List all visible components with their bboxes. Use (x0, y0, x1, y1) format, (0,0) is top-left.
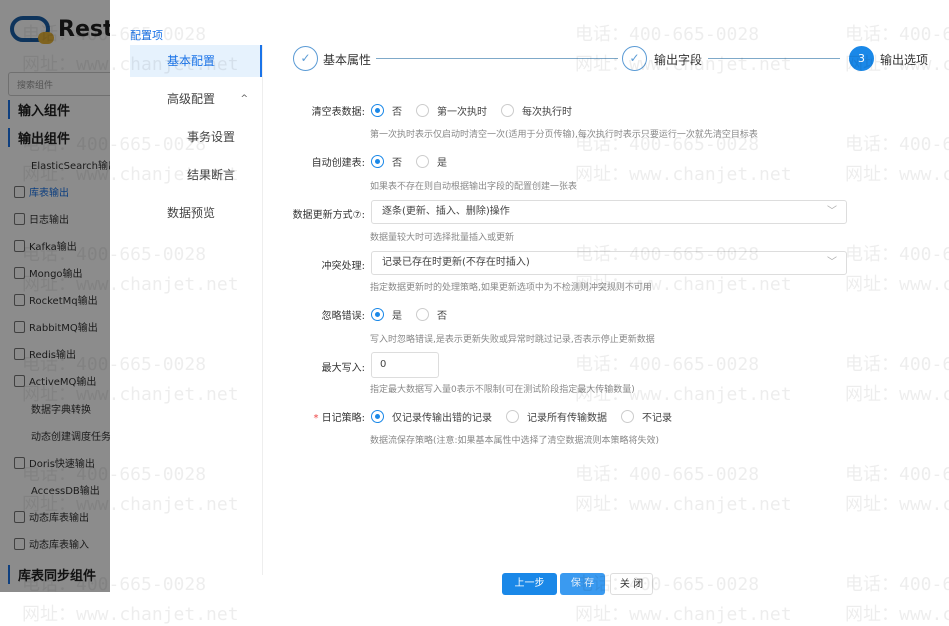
radio-icon (416, 155, 429, 168)
radio-icon (621, 410, 634, 423)
config-modal: 配置项 基本配置 高级配置 ^ 事务设置 结果断言 数据预览 ✓ 基本属性 ✓ 输… (110, 0, 949, 595)
radio-icon (501, 104, 514, 117)
option-label: 仅记录传输出错的记录 (392, 413, 492, 424)
option-label: 第一次执时 (437, 107, 487, 118)
max-write-label: 最大写入: (321, 363, 365, 374)
auto-create-radio-group: 否 是 (371, 154, 461, 169)
nav-transaction-settings[interactable]: 事务设置 (130, 121, 262, 153)
radio-no[interactable]: 否 (371, 103, 402, 118)
radio-every-run[interactable]: 每次执行时 (501, 103, 572, 118)
step-basic-properties[interactable]: 基本属性 (323, 51, 371, 68)
check-icon[interactable]: ✓ (622, 46, 647, 71)
ignore-error-label: 忽略错误: (321, 311, 365, 322)
clear-table-hint: 第一次执时表示仅启动时清空一次(适用于分页传输),每次执行时表示只要运行一次就先… (370, 130, 758, 140)
radio-yes[interactable]: 是 (371, 307, 402, 322)
option-label: 不记录 (642, 413, 672, 424)
auto-create-hint: 如果表不存在则自动根据输出字段的配置创建一张表 (370, 182, 578, 192)
option-label: 每次执行时 (522, 107, 572, 118)
radio-icon (371, 308, 384, 321)
update-mode-label: 数据更新方式⑦: (292, 210, 365, 221)
nav-label: 高级配置 (167, 92, 216, 106)
check-icon[interactable]: ✓ (293, 46, 318, 71)
radio-errors-only[interactable]: 仅记录传输出错的记录 (371, 409, 492, 424)
conflict-select[interactable]: 记录已存在时更新(不存在时插入) ﹀ (371, 251, 847, 275)
chevron-down-icon: ﹀ (827, 206, 837, 217)
ignore-error-hint: 写入时忽略错误,是表示更新失败或异常时跳过记录,否表示停止更新数据 (370, 335, 655, 345)
config-title: 配置项 (130, 29, 163, 42)
select-value: 记录已存在时更新(不存在时插入) (382, 257, 530, 268)
option-label: 是 (392, 311, 402, 322)
radio-icon (416, 104, 429, 117)
option-label: 记录所有传输数据 (527, 413, 607, 424)
step-connector (376, 58, 618, 59)
watermark-site: 网址：www.chanjet.net (845, 604, 949, 625)
auto-create-label: 自动创建表: (311, 158, 365, 169)
option-label: 否 (392, 107, 402, 118)
log-policy-hint: 数据流保存策略(注意:如果基本属性中选择了清空数据流则本策略将失效) (370, 436, 660, 446)
step-output-fields[interactable]: 输出字段 (654, 51, 702, 68)
update-mode-select[interactable]: 逐条(更新、插入、删除)操作 ﹀ (371, 200, 847, 224)
option-label: 否 (392, 158, 402, 169)
radio-no[interactable]: 否 (371, 154, 402, 169)
option-label: 否 (437, 311, 447, 322)
chevron-down-icon: ﹀ (827, 257, 837, 268)
nav-basic-config[interactable]: 基本配置 (130, 45, 262, 77)
max-write-input[interactable]: 0 (371, 352, 439, 378)
step-output-options[interactable]: 输出选项 (880, 51, 928, 68)
log-policy-label: * 日记策略: (225, 409, 365, 424)
radio-no-log[interactable]: 不记录 (621, 409, 672, 424)
conflict-hint: 指定数据更新时的处理策略,如果更新选项中为不检测则冲突规则不可用 (370, 283, 652, 293)
clear-table-radio-group: 否 第一次执时 每次执行时 (371, 103, 586, 118)
select-value: 逐条(更新、插入、删除)操作 (382, 206, 510, 217)
update-mode-hint: 数据量较大时可选择批量插入或更新 (370, 233, 515, 243)
option-label: 是 (437, 158, 447, 169)
radio-no[interactable]: 否 (416, 307, 447, 322)
radio-icon (506, 410, 519, 423)
step-number-3[interactable]: 3 (849, 46, 874, 71)
max-write-hint: 指定最大数据写入量0表示不限制(可在测试阶段指定最大传输数量) (370, 385, 635, 395)
radio-icon (371, 104, 384, 117)
ignore-error-radio-group: 是 否 (371, 307, 461, 322)
radio-all-data[interactable]: 记录所有传输数据 (506, 409, 607, 424)
radio-icon (416, 308, 429, 321)
radio-yes[interactable]: 是 (416, 154, 447, 169)
log-policy-radio-group: 仅记录传输出错的记录 记录所有传输数据 不记录 (371, 409, 686, 424)
watermark-site: 网址：www.chanjet.net (22, 604, 239, 625)
radio-icon (371, 155, 384, 168)
step-connector (708, 58, 840, 59)
required-marker: * (313, 413, 319, 424)
watermark-site: 网址：www.chanjet.net (575, 604, 792, 625)
label-text: 日记策略: (321, 413, 365, 424)
conflict-label: 冲突处理: (321, 261, 365, 272)
radio-icon (371, 410, 384, 423)
clear-table-label: 清空表数据: (311, 107, 365, 118)
radio-first-run[interactable]: 第一次执时 (416, 103, 487, 118)
